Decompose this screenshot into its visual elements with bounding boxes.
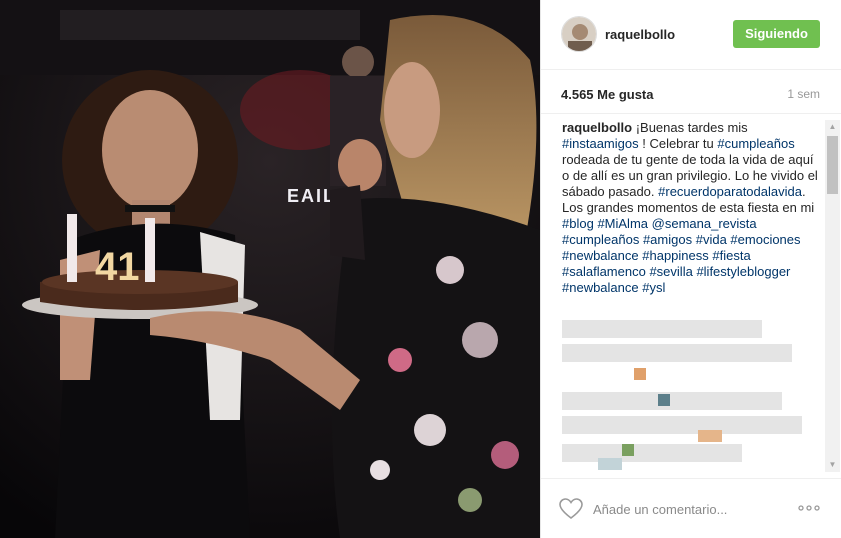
hashtag-link[interactable]: #vida [696, 232, 727, 247]
hashtag-link[interactable]: #instaamigos [562, 136, 639, 151]
comment-input[interactable] [591, 497, 791, 521]
sign-text: EAIL [287, 186, 336, 206]
hashtag-link[interactable]: #salaflamenco [562, 264, 646, 279]
post-side-panel: raquelbollo Siguiendo 4.565 Me gusta 1 s… [540, 0, 841, 538]
hashtag-link[interactable]: #newbalance [562, 248, 639, 263]
hashtag-link[interactable]: #sevilla [649, 264, 692, 279]
username[interactable]: raquelbollo [605, 27, 675, 42]
hashtag-link[interactable]: #ysl [642, 280, 665, 295]
caption-username[interactable]: raquelbollo [562, 120, 632, 135]
caption-text: ¡Buenas tardes mis #instaamigos ! Celebr… [562, 120, 818, 295]
hashtag-link[interactable]: #cumpleaños [717, 136, 794, 151]
scroll-down-arrow-icon[interactable]: ▼ [825, 458, 840, 472]
add-comment-row [541, 478, 841, 538]
caption-text-segment: ! Celebrar tu [638, 136, 718, 151]
following-button[interactable]: Siguiendo [733, 20, 820, 48]
more-options-icon[interactable] [797, 500, 821, 516]
post-time[interactable]: 1 sem [787, 87, 820, 101]
post-header: raquelbollo Siguiendo [541, 0, 841, 70]
avatar-image [562, 17, 596, 51]
hashtag-link[interactable]: #lifestyleblogger [696, 264, 790, 279]
comments-scrollbar[interactable]: ▲ ▼ [825, 120, 840, 472]
caption-text-segment: ¡Buenas tardes mis [635, 120, 748, 135]
hashtag-link[interactable]: #cumpleaños [562, 232, 639, 247]
caption: raquelbollo ¡Buenas tardes mis #instaami… [562, 120, 824, 296]
hashtag-link[interactable]: #recuerdoparatodalavida [658, 184, 802, 199]
blurred-comments [562, 320, 824, 478]
hashtag-link[interactable]: #newbalance [562, 280, 639, 295]
hashtag-link[interactable]: @semana_revista [652, 216, 757, 231]
hashtag-link[interactable]: #fiesta [712, 248, 750, 263]
scroll-up-arrow-icon[interactable]: ▲ [825, 120, 840, 134]
scrollbar-thumb[interactable] [827, 136, 838, 194]
hashtag-link[interactable]: #amigos [643, 232, 692, 247]
avatar[interactable] [561, 16, 597, 52]
heart-icon[interactable] [559, 498, 583, 520]
hashtag-link[interactable]: #MiAlma [597, 216, 648, 231]
hashtag-link[interactable]: #emociones [730, 232, 800, 247]
hashtag-link[interactable]: #blog [562, 216, 594, 231]
like-count[interactable]: 4.565 Me gusta [561, 87, 654, 102]
post-photo[interactable]: EAIL ST 41 [0, 0, 540, 538]
cake-number: 41 [95, 245, 140, 289]
party-scene-image: EAIL ST 41 [0, 0, 540, 538]
post-meta: 4.565 Me gusta 1 sem [541, 70, 841, 114]
comments-area[interactable]: raquelbollo ¡Buenas tardes mis #instaami… [541, 114, 841, 478]
hashtag-link[interactable]: #happiness [642, 248, 709, 263]
